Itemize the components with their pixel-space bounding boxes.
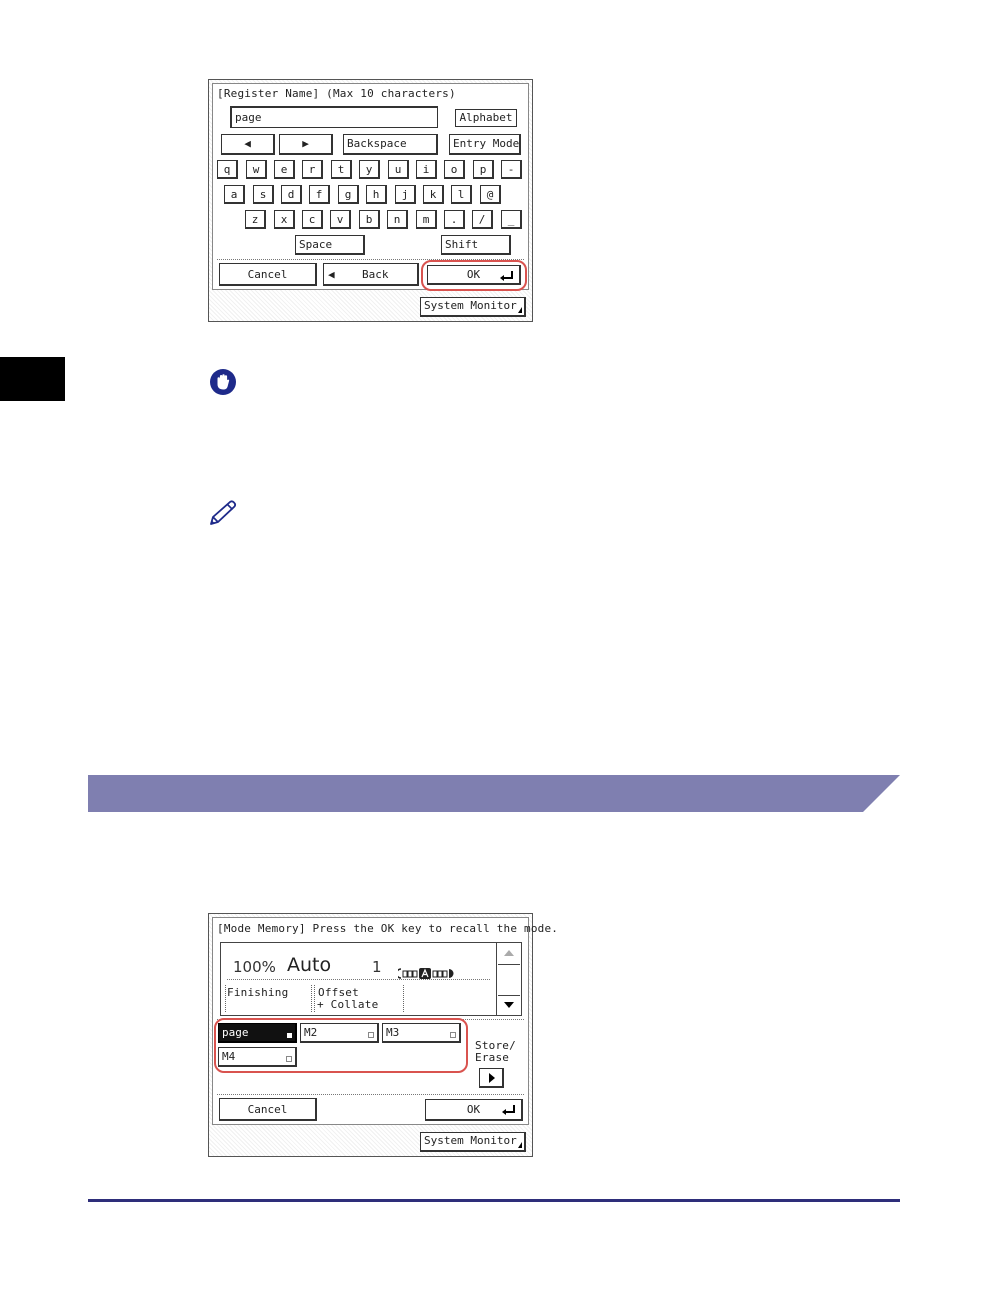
system-monitor-label: System Monitor: [424, 299, 517, 312]
key-v[interactable]: v: [330, 210, 351, 229]
key-y[interactable]: y: [359, 160, 380, 179]
mode-memory-title: [Mode Memory] Press the OK key to recall…: [217, 922, 559, 935]
key-period[interactable]: .: [444, 210, 465, 229]
key-o[interactable]: o: [444, 160, 465, 179]
back-arrow-icon: ◀: [328, 268, 335, 281]
register-name-title: [Register Name] (Max 10 characters): [217, 87, 456, 100]
key-z[interactable]: z: [245, 210, 266, 229]
space-button[interactable]: Space: [295, 235, 365, 255]
paper-readout: Auto: [287, 954, 332, 976]
zoom-readout: 100%: [233, 958, 276, 976]
mode-memory-screen: [Mode Memory] Press the OK key to recall…: [212, 917, 558, 1125]
corner-triangle-icon: [518, 307, 522, 313]
important-icon: [209, 368, 237, 396]
key-i[interactable]: i: [416, 160, 437, 179]
divider-lower: [217, 1094, 524, 1095]
name-input[interactable]: page: [230, 106, 438, 128]
key-b[interactable]: b: [359, 210, 380, 229]
key-l[interactable]: l: [451, 185, 472, 204]
key-d[interactable]: d: [281, 185, 302, 204]
key-m[interactable]: m: [416, 210, 437, 229]
register-name-panel: [Register Name] (Max 10 characters) page…: [208, 79, 533, 322]
scroll-down-button[interactable]: [498, 995, 520, 1015]
key-c[interactable]: c: [302, 210, 323, 229]
key-p[interactable]: p: [473, 160, 494, 179]
key-f[interactable]: f: [309, 185, 330, 204]
finishing-label: Finishing: [227, 986, 289, 999]
entry-mode-button[interactable]: Entry Mode: [449, 134, 521, 155]
chevron-up-icon: [504, 950, 514, 956]
corner-triangle-icon: [518, 1142, 522, 1148]
key-s[interactable]: s: [253, 185, 274, 204]
key-e[interactable]: e: [274, 160, 295, 179]
key-t[interactable]: t: [331, 160, 352, 179]
settings-display: 100% Auto 1 Finishing Offset + Collate: [220, 942, 496, 1016]
ok-highlight-ring: [421, 260, 527, 291]
key-underscore[interactable]: _: [501, 210, 522, 229]
ok-button[interactable]: OK: [425, 1099, 523, 1121]
alphabet-indicator: Alphabet: [455, 109, 517, 127]
system-monitor-label: System Monitor: [424, 1134, 517, 1147]
memory-keys-highlight-ring: [214, 1018, 468, 1073]
key-g[interactable]: g: [338, 185, 359, 204]
key-hyphen[interactable]: -: [501, 160, 522, 179]
key-k[interactable]: k: [423, 185, 444, 204]
register-name-screen: [Register Name] (Max 10 characters) page…: [212, 83, 529, 291]
finishing-value-collate: + Collate: [317, 998, 379, 1011]
store-erase-label-2: Erase: [475, 1051, 510, 1064]
footer-rule: [88, 1199, 900, 1202]
system-monitor-button[interactable]: System Monitor: [420, 1132, 526, 1152]
system-monitor-button[interactable]: System Monitor: [420, 297, 526, 317]
mode-memory-panel: [Mode Memory] Press the OK key to recall…: [208, 913, 558, 1157]
key-r[interactable]: r: [302, 160, 323, 179]
key-x[interactable]: x: [274, 210, 295, 229]
cursor-right-button[interactable]: ▶: [279, 134, 333, 155]
copies-readout: 1: [372, 958, 382, 976]
ok-label: OK: [466, 1103, 481, 1116]
key-u[interactable]: u: [388, 160, 409, 179]
chevron-down-icon: [504, 1002, 514, 1008]
key-q[interactable]: q: [217, 160, 238, 179]
shift-button[interactable]: Shift: [441, 235, 511, 255]
cancel-button[interactable]: Cancel: [219, 1098, 317, 1121]
display-scrollbar[interactable]: [496, 942, 522, 1016]
cancel-button[interactable]: Cancel: [219, 263, 317, 286]
backspace-button[interactable]: Backspace: [343, 134, 438, 155]
key-j[interactable]: j: [395, 185, 416, 204]
key-at[interactable]: @: [480, 185, 501, 204]
cursor-left-button[interactable]: ◀: [221, 134, 275, 155]
key-slash[interactable]: /: [472, 210, 493, 229]
back-label: Back: [362, 268, 389, 281]
store-erase-button[interactable]: [479, 1068, 504, 1088]
return-icon: [502, 1105, 515, 1115]
play-arrow-icon: [489, 1073, 495, 1083]
note-pencil-icon: [208, 499, 240, 527]
section-heading-band: [88, 775, 900, 812]
key-a[interactable]: a: [224, 185, 245, 204]
paper-source-icon: [395, 964, 462, 979]
chapter-tab: [0, 357, 65, 401]
scroll-up-button[interactable]: [498, 944, 520, 965]
key-h[interactable]: h: [366, 185, 387, 204]
back-button[interactable]: ◀ Back: [323, 263, 419, 286]
key-w[interactable]: w: [246, 160, 267, 179]
display-divider: [227, 979, 490, 980]
key-n[interactable]: n: [387, 210, 408, 229]
